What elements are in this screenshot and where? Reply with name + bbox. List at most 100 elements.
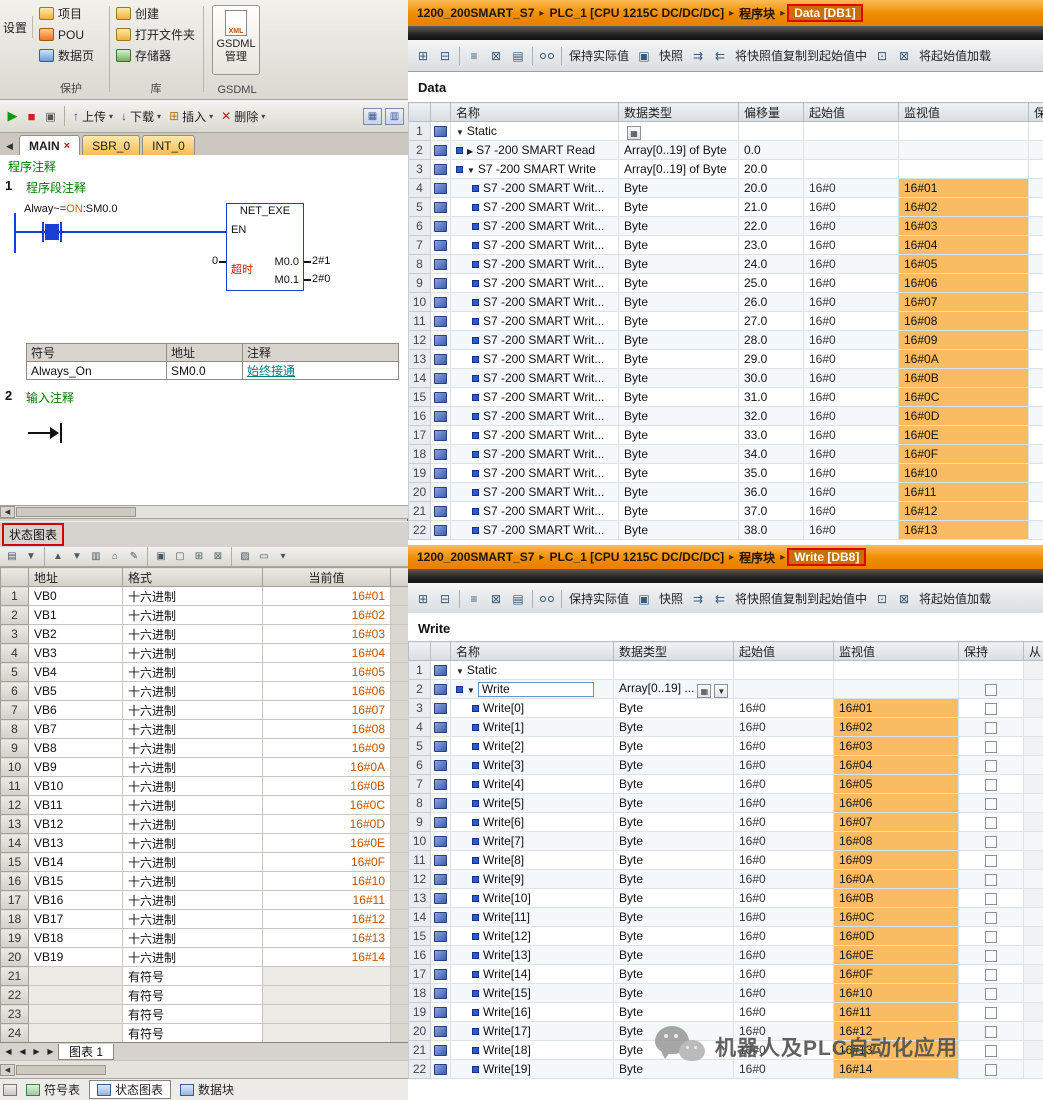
format-cell[interactable]: 十六进制 <box>123 929 263 948</box>
col-name[interactable]: 名称 <box>451 103 619 122</box>
db-row[interactable]: 15Write[12]Byte16#016#0D <box>409 927 1043 946</box>
datatype-cell[interactable] <box>614 661 734 680</box>
col-offset[interactable]: 偏移量 <box>739 103 804 122</box>
start-value-cell[interactable]: 16#0 <box>734 756 834 775</box>
db-row[interactable]: 3▼S7 -200 SMART WriteArray[0..19] of Byt… <box>409 160 1043 179</box>
datatype-cell[interactable]: Byte <box>614 889 734 908</box>
ladder-editor[interactable]: 程序注释 1 程序段注释 Alway~=ON:SM0.0 NET_EXE EN … <box>0 155 408 505</box>
name-cell[interactable]: S7 -200 SMART Writ... <box>451 236 619 255</box>
address-cell[interactable]: VB16 <box>29 891 123 910</box>
address-cell[interactable] <box>29 967 123 986</box>
start-value-cell[interactable]: 16#0 <box>804 350 899 369</box>
status-chart-row[interactable]: 17VB16十六进制16#11 <box>1 891 409 910</box>
start-value-cell[interactable]: 16#0 <box>734 699 834 718</box>
download-button[interactable]: ↓下载▾ <box>118 106 164 127</box>
tab-sbr0[interactable]: SBR_0 <box>82 135 140 155</box>
retain-checkbox[interactable] <box>985 722 997 734</box>
start-value-cell[interactable]: 16#0 <box>734 965 834 984</box>
retain-cell[interactable] <box>959 794 1024 813</box>
keep-actual-values-button[interactable]: 保持实际值 <box>566 590 632 607</box>
datatype-cell[interactable]: Byte <box>619 483 739 502</box>
name-cell[interactable]: Write[15] <box>451 984 614 1003</box>
col-retain[interactable]: 保 <box>1029 103 1043 122</box>
datatype-cell[interactable]: Byte <box>614 1003 734 1022</box>
start-value-cell[interactable]: 16#0 <box>734 718 834 737</box>
db-row[interactable]: 4S7 -200 SMART Writ...Byte20.016#016#01 <box>409 179 1043 198</box>
start-value-cell[interactable]: 16#0 <box>734 889 834 908</box>
window-grid-icon[interactable]: ▦ <box>363 108 382 125</box>
breadcrumb-item[interactable]: Data [DB1] <box>787 4 862 22</box>
db-row[interactable]: 17Write[14]Byte16#016#0F <box>409 965 1043 984</box>
datatype-cell[interactable]: Byte <box>619 255 739 274</box>
datatype-cell[interactable]: Byte <box>614 927 734 946</box>
address-cell[interactable]: VB7 <box>29 720 123 739</box>
retain-cell[interactable] <box>1029 236 1043 255</box>
start-value-cell[interactable] <box>734 680 834 699</box>
datatype-cell[interactable]: Byte <box>619 312 739 331</box>
pause-chart-icon[interactable]: ▭ <box>255 549 273 565</box>
data-page-button[interactable]: 数据页 <box>35 45 107 66</box>
address-cell[interactable]: VB19 <box>29 948 123 967</box>
retain-cell[interactable] <box>959 813 1024 832</box>
db-row[interactable]: 10S7 -200 SMART Writ...Byte26.016#016#07 <box>409 293 1043 312</box>
start-value-cell[interactable]: 16#0 <box>804 331 899 350</box>
datatype-cell[interactable]: Byte <box>619 521 739 540</box>
format-cell[interactable]: 有符号 <box>123 1005 263 1024</box>
status-chart-row[interactable]: 16VB15十六进制16#10 <box>1 872 409 891</box>
col-retain[interactable]: 保持 <box>959 642 1024 661</box>
retain-cell[interactable] <box>1029 464 1043 483</box>
scroll-thumb[interactable] <box>16 507 136 517</box>
datatype-cell[interactable]: Byte <box>619 369 739 388</box>
format-cell[interactable]: 十六进制 <box>123 910 263 929</box>
chart-dropdown-icon[interactable]: ▾ <box>274 549 292 565</box>
start-value-cell[interactable]: 16#0 <box>734 1003 834 1022</box>
copy-snapshot-button[interactable]: 将快照值复制到起始值中 <box>732 47 870 64</box>
datatype-cell[interactable]: Byte <box>614 737 734 756</box>
db-row[interactable]: 5Write[2]Byte16#016#03 <box>409 737 1043 756</box>
expand-icon[interactable]: ▼ <box>467 686 475 695</box>
format-cell[interactable]: 十六进制 <box>123 796 263 815</box>
db-row[interactable]: 14S7 -200 SMART Writ...Byte30.016#016#0B <box>409 369 1043 388</box>
datatype-cell[interactable]: Byte <box>614 813 734 832</box>
db-row[interactable]: 20Write[17]Byte16#016#12 <box>409 1022 1043 1041</box>
status-chart-row[interactable]: 21有符号 <box>1 967 409 986</box>
format-cell[interactable]: 有符号 <box>123 986 263 1005</box>
db-row[interactable]: 5S7 -200 SMART Writ...Byte21.016#016#02 <box>409 198 1043 217</box>
address-cell[interactable]: VB3 <box>29 644 123 663</box>
format-cell[interactable]: 十六进制 <box>123 625 263 644</box>
datatype-cell[interactable]: Byte <box>619 464 739 483</box>
name-cell[interactable]: Write[19] <box>451 1060 614 1079</box>
db-row[interactable]: 13Write[10]Byte16#016#0B <box>409 889 1043 908</box>
insert-row-icon[interactable]: ⊞ <box>413 589 433 609</box>
address-cell[interactable]: VB9 <box>29 758 123 777</box>
copy-snapshot-button[interactable]: 将快照值复制到起始值中 <box>732 590 870 607</box>
address-cell[interactable]: VB11 <box>29 796 123 815</box>
db-row[interactable]: 21Write[18]Byte16#016#13 <box>409 1041 1043 1060</box>
retain-checkbox[interactable] <box>985 912 997 924</box>
add-row-icon[interactable]: ⊟ <box>435 589 455 609</box>
symbol-cell[interactable]: Always_On <box>27 362 167 380</box>
format-cell[interactable]: 十六进制 <box>123 701 263 720</box>
datatype-cell[interactable]: Byte <box>619 388 739 407</box>
project-button[interactable]: 项目 <box>35 3 107 24</box>
download-dropdown-icon[interactable]: ▾ <box>157 112 161 121</box>
expand-icon[interactable]: ▼ <box>456 667 464 676</box>
retain-checkbox[interactable] <box>985 1026 997 1038</box>
name-cell[interactable]: ▼Static <box>451 661 614 680</box>
col-monitor-value[interactable]: 监视值 <box>899 103 1029 122</box>
retain-checkbox[interactable] <box>985 741 997 753</box>
prev-tab-icon[interactable]: ◀ <box>16 1047 29 1056</box>
status-chart-row[interactable]: 14VB13十六进制16#0E <box>1 834 409 853</box>
name-cell[interactable]: ▼Write <box>451 680 614 699</box>
name-cell[interactable]: S7 -200 SMART Writ... <box>451 502 619 521</box>
retain-checkbox[interactable] <box>985 893 997 905</box>
address-cell[interactable] <box>29 1005 123 1024</box>
start-value-cell[interactable]: 16#0 <box>734 851 834 870</box>
upload-button[interactable]: ↑上传▾ <box>70 106 116 127</box>
datatype-cell[interactable]: Byte <box>614 946 734 965</box>
retain-checkbox[interactable] <box>985 874 997 886</box>
format-cell[interactable]: 十六进制 <box>123 739 263 758</box>
retain-cell[interactable] <box>1029 198 1043 217</box>
retain-cell[interactable] <box>1029 141 1043 160</box>
tab-data-block[interactable]: 数据块 <box>173 1080 241 1099</box>
